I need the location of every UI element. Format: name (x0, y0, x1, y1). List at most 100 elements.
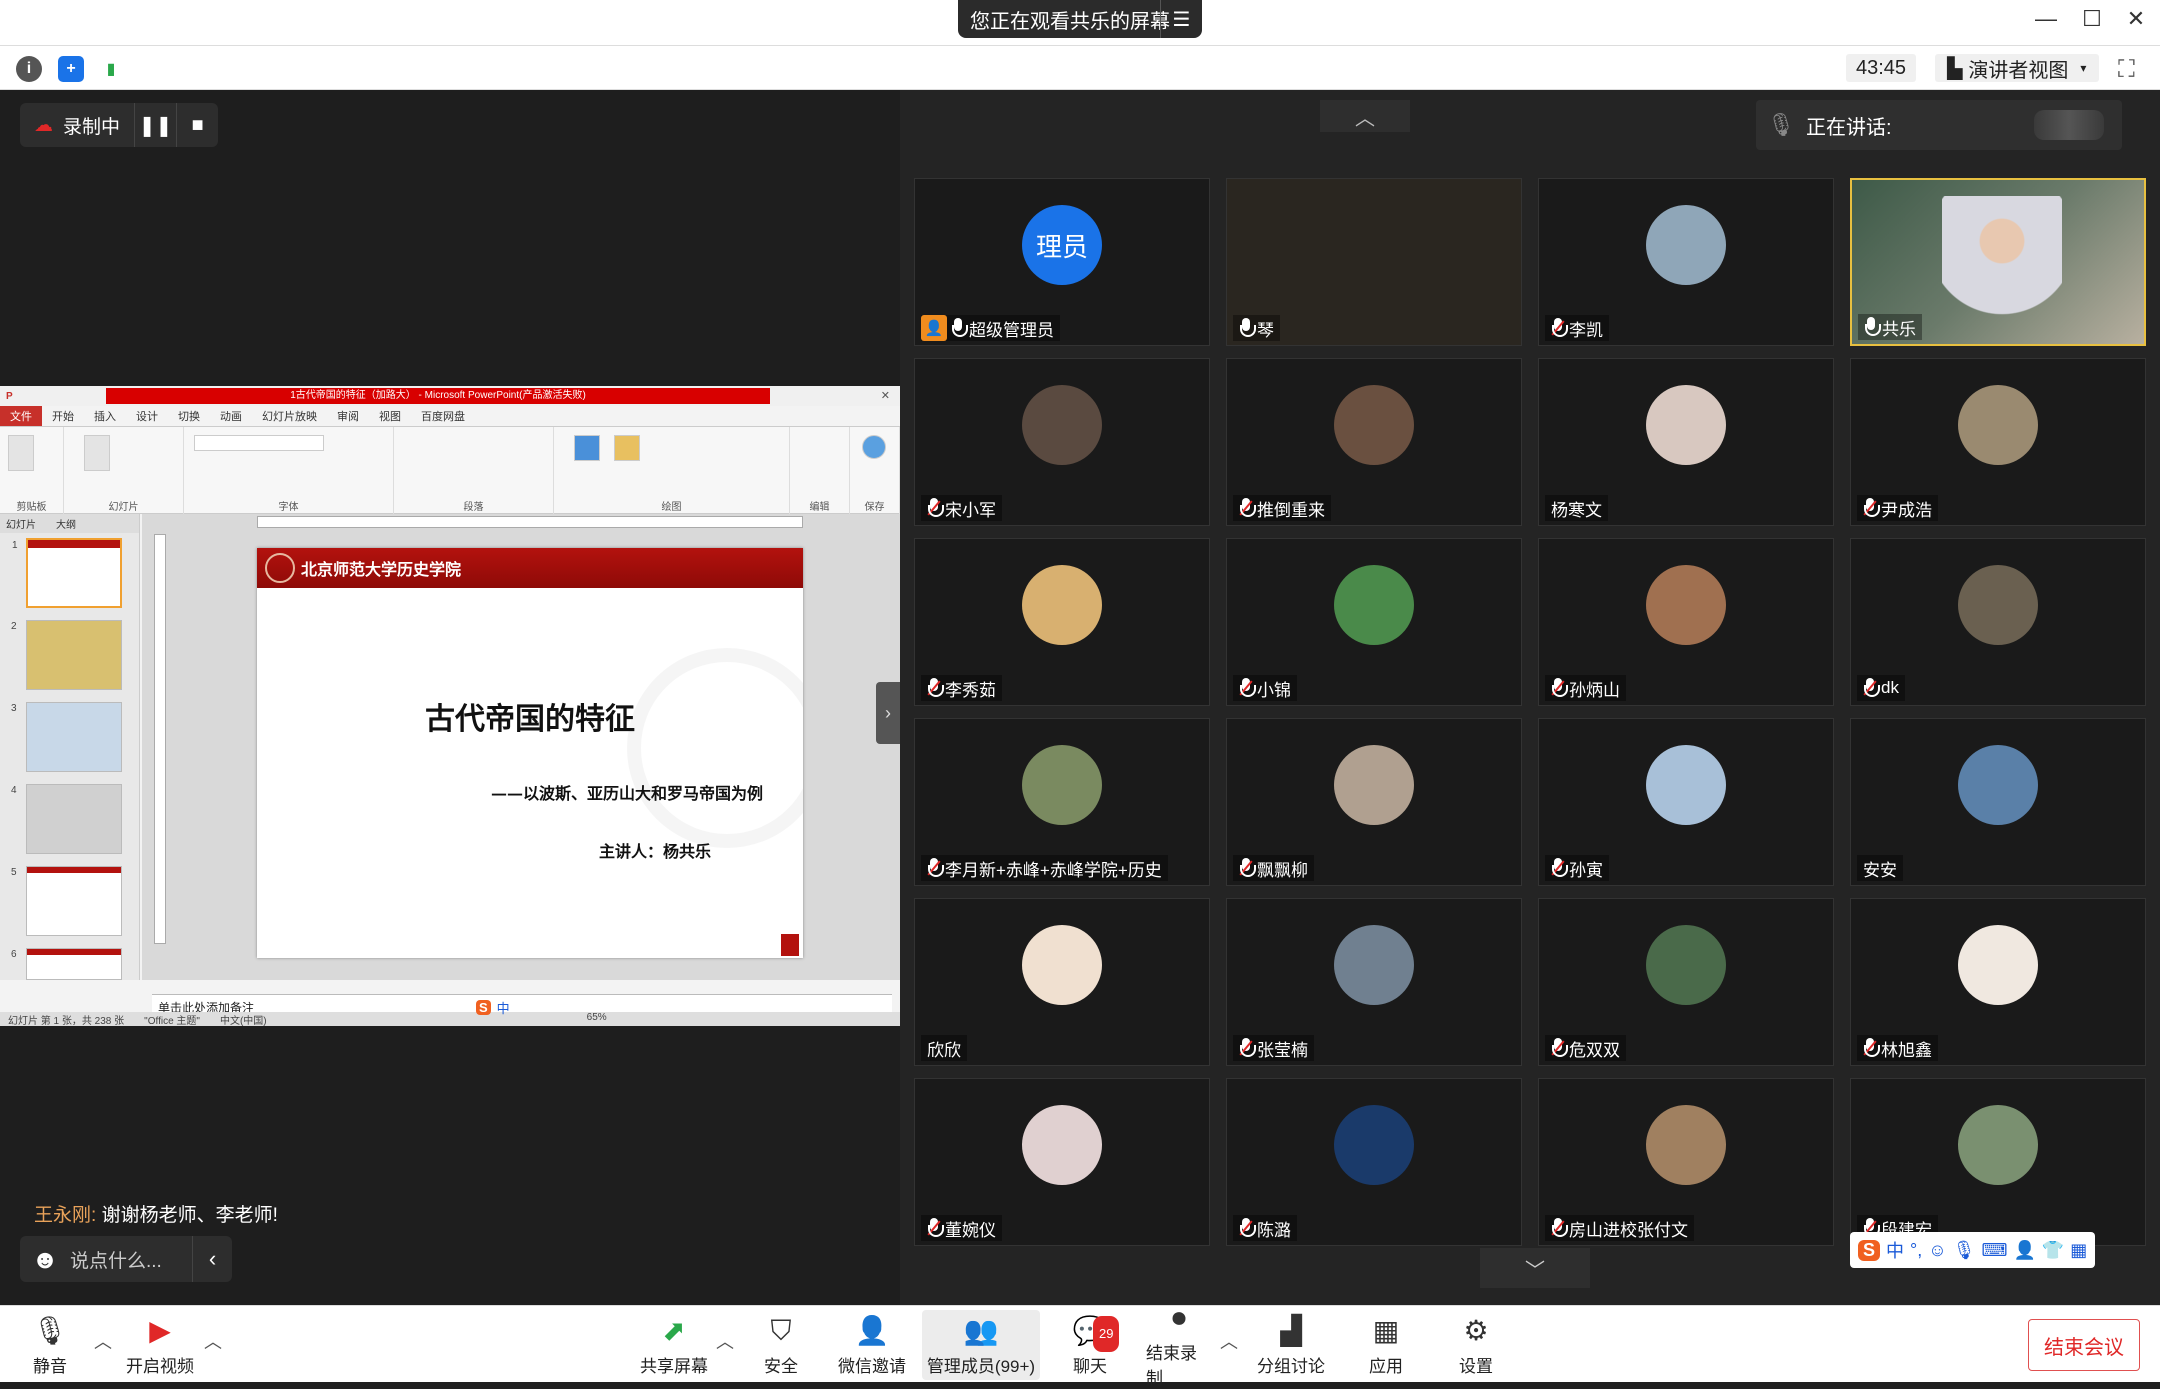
ime-lang[interactable]: 中 (1886, 1237, 1904, 1263)
ppt-close-icon[interactable]: ✕ (881, 389, 890, 402)
participant-tile[interactable]: 杨寒文 (1538, 358, 1834, 526)
participant-tile[interactable]: 危双双 (1538, 898, 1834, 1066)
participant-tile[interactable]: 共乐 (1850, 178, 2146, 346)
participant-tile[interactable]: 张莹楠 (1226, 898, 1522, 1066)
font-select[interactable] (194, 435, 324, 451)
wechat-invite-button[interactable]: 👤 微信邀请 (836, 1310, 908, 1380)
ppt-tab-design[interactable]: 设计 (126, 406, 168, 426)
participant-tile[interactable]: 安安 (1850, 718, 2146, 886)
chevron-up-icon[interactable]: ︿ (1220, 1328, 1238, 1354)
ime-lang[interactable]: 中 (497, 998, 510, 1017)
participant-avatar: 理员 (1022, 205, 1102, 285)
slide-thumb[interactable]: 3 (11, 702, 122, 772)
ppt-tab-view[interactable]: 视图 (369, 406, 411, 426)
participant-tile[interactable]: dk (1850, 538, 2146, 706)
panel-tab-slides[interactable]: 幻灯片 (6, 516, 36, 531)
participant-tile[interactable]: 房山进校张付文 (1538, 1078, 1834, 1246)
participant-tile[interactable]: 理员 👤 超级管理员 (914, 178, 1210, 346)
ppt-tab-insert[interactable]: 插入 (84, 406, 126, 426)
paste-icon[interactable] (8, 435, 34, 471)
ppt-tab-file[interactable]: 文件 (0, 406, 42, 426)
chevron-down-icon[interactable]: ﹀ (1480, 1248, 1590, 1288)
participant-name: 李秀茹 (945, 680, 996, 700)
ppt-ribbon-tabs: 文件 开始 插入 设计 切换 动画 幻灯片放映 审阅 视图 百度网盘 (0, 406, 900, 426)
cloud-record-icon: ☁ (34, 114, 53, 136)
minimize-button[interactable]: — (2026, 6, 2066, 32)
baidu-cloud-icon[interactable] (862, 435, 886, 459)
chat-input[interactable]: ☻ 说点什么... ‹ (20, 1236, 232, 1282)
ppt-tab-review[interactable]: 审阅 (327, 406, 369, 426)
ppt-tab-transitions[interactable]: 切换 (168, 406, 210, 426)
mute-button[interactable]: 🎙 静音 (22, 1310, 78, 1380)
manage-participants-button[interactable]: 👥 管理成员(99+) (922, 1310, 1040, 1380)
user-icon[interactable]: 👤 (2013, 1240, 2035, 1261)
menu-icon[interactable]: ☰ (1160, 0, 1202, 38)
shapes-icon[interactable] (574, 435, 600, 461)
slide-thumb[interactable]: 5 (11, 866, 122, 936)
participant-tile[interactable]: 李月新+赤峰+赤峰学院+历史 (914, 718, 1210, 886)
ime-toolbar[interactable]: S 中 (476, 998, 510, 1017)
participant-tile[interactable]: 尹成浩 (1850, 358, 2146, 526)
chevron-up-icon[interactable]: ︿ (94, 1328, 112, 1354)
participant-tile[interactable]: 推倒重来 (1226, 358, 1522, 526)
participant-tile[interactable]: 段建宏 (1850, 1078, 2146, 1246)
chevron-up-icon[interactable]: ︿ (1320, 100, 1410, 132)
info-icon[interactable]: i (16, 56, 42, 82)
slide-thumb[interactable]: 1 (12, 538, 122, 608)
emoji-icon[interactable]: ☻ (20, 1244, 70, 1275)
slide-canvas[interactable]: 北京师范大学历史学院 古代帝国的特征 ——以波斯、亚历山大和罗马帝国为例 主讲人… (257, 548, 803, 958)
slide-thumb[interactable]: 2 (11, 620, 122, 690)
chevron-up-icon[interactable]: ︿ (204, 1328, 222, 1354)
share-banner[interactable]: 您正在观看共乐的屏幕 ☰ (958, 0, 1202, 38)
slide-thumb[interactable]: 6 (11, 948, 122, 980)
participant-tile[interactable]: 孙寅 (1538, 718, 1834, 886)
arrange-icon[interactable] (614, 435, 640, 461)
ppt-tab-baidu[interactable]: 百度网盘 (411, 406, 475, 426)
settings-button[interactable]: ⚙ 设置 (1456, 1310, 1496, 1380)
ppt-tab-slideshow[interactable]: 幻灯片放映 (252, 406, 327, 426)
skin-icon[interactable]: 👕 (2042, 1240, 2064, 1261)
slide-thumb[interactable]: 4 (11, 784, 122, 854)
end-recording-button[interactable]: ⏺ 结束录制 (1146, 1302, 1212, 1388)
emoji-icon[interactable]: ☺ (1928, 1240, 1946, 1261)
zoom-level[interactable]: 65% (587, 1012, 607, 1026)
participant-tile[interactable]: 孙炳山 (1538, 538, 1834, 706)
view-mode-button[interactable]: ▙ 演讲者视图 ▾ (1935, 54, 2099, 82)
punctuation-icon[interactable]: °, (1910, 1240, 1922, 1261)
fullscreen-icon[interactable]: ⛶ (2118, 56, 2135, 84)
apps-button[interactable]: ▦ 应用 (1366, 1310, 1406, 1380)
participant-tile[interactable]: 李秀茹 (914, 538, 1210, 706)
chevron-right-icon[interactable]: › (876, 682, 900, 744)
ime-floating-bar[interactable]: S 中 °, ☺ 🎙 ⌨ 👤 👕 ▦ (1850, 1232, 2096, 1268)
close-button[interactable]: ✕ (2116, 6, 2156, 32)
shield-icon[interactable]: + (58, 56, 84, 82)
chevron-up-icon[interactable]: ︿ (716, 1328, 734, 1354)
participant-tile[interactable]: 琴 (1226, 178, 1522, 346)
participant-tile[interactable]: 陈潞 (1226, 1078, 1522, 1246)
participant-tile[interactable]: 李凯 (1538, 178, 1834, 346)
security-button[interactable]: ⛉ 安全 (756, 1310, 806, 1380)
end-meeting-button[interactable]: 结束会议 (2028, 1319, 2140, 1371)
chevron-left-icon[interactable]: ‹ (192, 1236, 232, 1282)
participant-tile[interactable]: 林旭鑫 (1850, 898, 2146, 1066)
participant-tile[interactable]: 小锦 (1226, 538, 1522, 706)
pause-record-button[interactable]: ❚❚ (134, 103, 176, 147)
participant-tile[interactable]: 宋小军 (914, 358, 1210, 526)
new-slide-icon[interactable] (84, 435, 110, 471)
breakout-button[interactable]: ▟ 分组讨论 (1256, 1310, 1326, 1380)
participant-tile[interactable]: 欣欣 (914, 898, 1210, 1066)
participant-tile[interactable]: 飘飘柳 (1226, 718, 1522, 886)
grid-icon[interactable]: ▦ (2070, 1240, 2087, 1261)
ppt-tab-home[interactable]: 开始 (42, 406, 84, 426)
ppt-tab-animations[interactable]: 动画 (210, 406, 252, 426)
maximize-button[interactable]: ☐ (2072, 6, 2112, 32)
signal-icon[interactable]: ▮ (98, 56, 124, 82)
start-video-button[interactable]: ▶ 开启视频 (120, 1310, 200, 1380)
stop-record-button[interactable]: ■ (176, 103, 218, 147)
participant-tile[interactable]: 董婉仪 (914, 1078, 1210, 1246)
panel-tab-outline[interactable]: 大纲 (56, 516, 76, 531)
share-screen-button[interactable]: ⬈ 共享屏幕 (636, 1310, 712, 1380)
keyboard-icon[interactable]: ⌨ (1981, 1240, 2007, 1261)
mic-icon[interactable]: 🎙 (1953, 1240, 1976, 1261)
chat-button[interactable]: 💬 29 聊天 (1070, 1310, 1120, 1380)
